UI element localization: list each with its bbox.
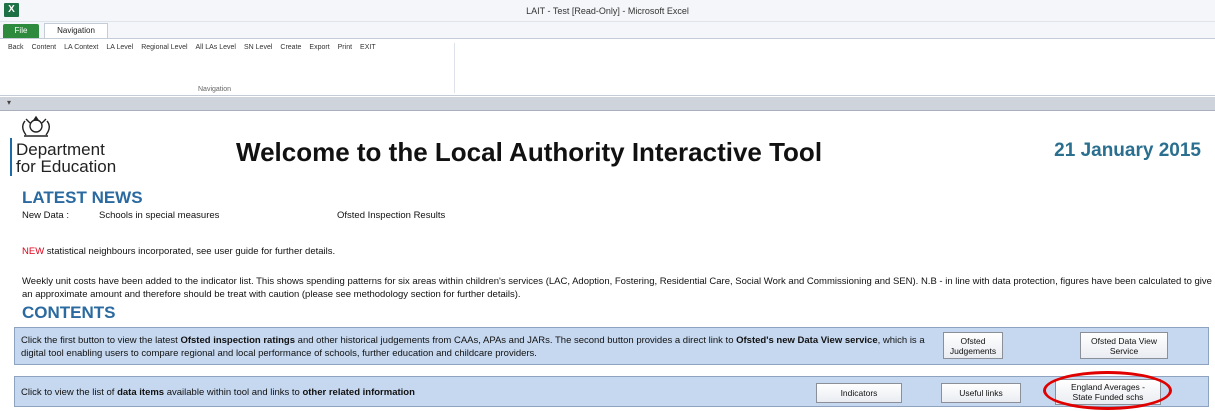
- latest-news-heading: LATEST NEWS: [22, 188, 143, 207]
- bold-data-items: data items: [117, 387, 165, 398]
- text-part: Click the first button to view the lates…: [21, 335, 181, 346]
- bold-related-info: other related information: [302, 387, 415, 398]
- ribbon-la-context-button[interactable]: LA Context: [60, 44, 102, 51]
- button-label: Judgements: [949, 345, 997, 356]
- formula-strip: ▾: [0, 97, 1215, 111]
- ribbon-create-button[interactable]: Create: [276, 44, 305, 51]
- window-title: LAIT - Test [Read-Only] - Microsoft Exce…: [526, 6, 689, 16]
- royal-crest-icon: [22, 115, 50, 137]
- dfe-line-1: Department: [16, 140, 105, 159]
- ribbon-group-divider: [454, 43, 455, 93]
- button-label: Ofsted Data View: [1091, 335, 1157, 346]
- ribbon-tab-row: File Navigation: [0, 22, 1215, 39]
- ofsted-judgements-button[interactable]: Ofsted Judgements: [943, 332, 1003, 359]
- ribbon-sn-level-button[interactable]: SN Level: [240, 44, 276, 51]
- text-part: Click to view the list of: [21, 387, 118, 398]
- ribbon-regional-level-button[interactable]: Regional Level: [137, 44, 191, 51]
- tab-file[interactable]: File: [3, 24, 39, 38]
- news-item-ofsted-results: Ofsted Inspection Results: [337, 210, 446, 221]
- ribbon-print-button[interactable]: Print: [334, 44, 356, 51]
- news-label: New Data :: [22, 210, 69, 221]
- collapse-arrow-icon[interactable]: ▾: [7, 98, 11, 107]
- ribbon-export-button[interactable]: Export: [305, 44, 333, 51]
- ofsted-data-view-button[interactable]: Ofsted Data View Service: [1080, 332, 1168, 359]
- text-part: and other historical judgements from CAA…: [295, 335, 737, 346]
- ofsted-section-box: Click the first button to view the lates…: [14, 327, 1209, 365]
- data-items-section-box: Click to view the list of data items ava…: [14, 376, 1209, 407]
- contents-heading: CONTENTS: [22, 303, 116, 322]
- new-tag: NEW: [22, 246, 45, 257]
- text-part: available within tool and links to: [164, 387, 303, 398]
- button-label: Service: [1109, 345, 1139, 356]
- dfe-line-2: for Education: [16, 157, 117, 176]
- bold-data-view-service: Ofsted's new Data View service: [736, 335, 878, 346]
- ribbon-la-level-button[interactable]: LA Level: [102, 44, 137, 51]
- ribbon-group-label: Navigation: [198, 86, 232, 93]
- ribbon-buttons: Back Content LA Context LA Level Regiona…: [4, 44, 380, 51]
- weekly-costs-notice: Weekly unit costs have been added to the…: [22, 276, 1212, 300]
- dfe-logo-bar: [10, 138, 12, 176]
- bold-ofsted-ratings: Ofsted inspection ratings: [180, 335, 296, 346]
- ribbon: Back Content LA Context LA Level Regiona…: [0, 38, 1215, 96]
- date-label: 21 January 2015: [1054, 140, 1201, 161]
- new-notice-text: statistical neighbours incorporated, see…: [44, 246, 336, 257]
- ribbon-content-button[interactable]: Content: [28, 44, 61, 51]
- button-label: Ofsted: [960, 335, 986, 346]
- useful-links-button[interactable]: Useful links: [941, 383, 1021, 403]
- ribbon-all-las-level-button[interactable]: All LAs Level: [192, 44, 240, 51]
- indicators-button[interactable]: Indicators: [816, 383, 902, 403]
- ribbon-back-button[interactable]: Back: [4, 44, 28, 51]
- ofsted-section-text: Click the first button to view the lates…: [21, 334, 926, 360]
- news-item-special-measures: Schools in special measures: [99, 210, 220, 221]
- page-title: Welcome to the Local Authority Interacti…: [236, 137, 823, 167]
- data-items-section-text: Click to view the list of data items ava…: [21, 386, 415, 399]
- title-bar: X LAIT - Test [Read-Only] - Microsoft Ex…: [0, 0, 1215, 22]
- dfe-logo-text: Department for Education: [16, 141, 116, 175]
- ribbon-exit-button[interactable]: EXIT: [356, 44, 380, 51]
- new-notice: NEW statistical neighbours incorporated,…: [22, 246, 335, 257]
- highlight-circle: [1043, 371, 1172, 410]
- tab-navigation[interactable]: Navigation: [44, 23, 108, 39]
